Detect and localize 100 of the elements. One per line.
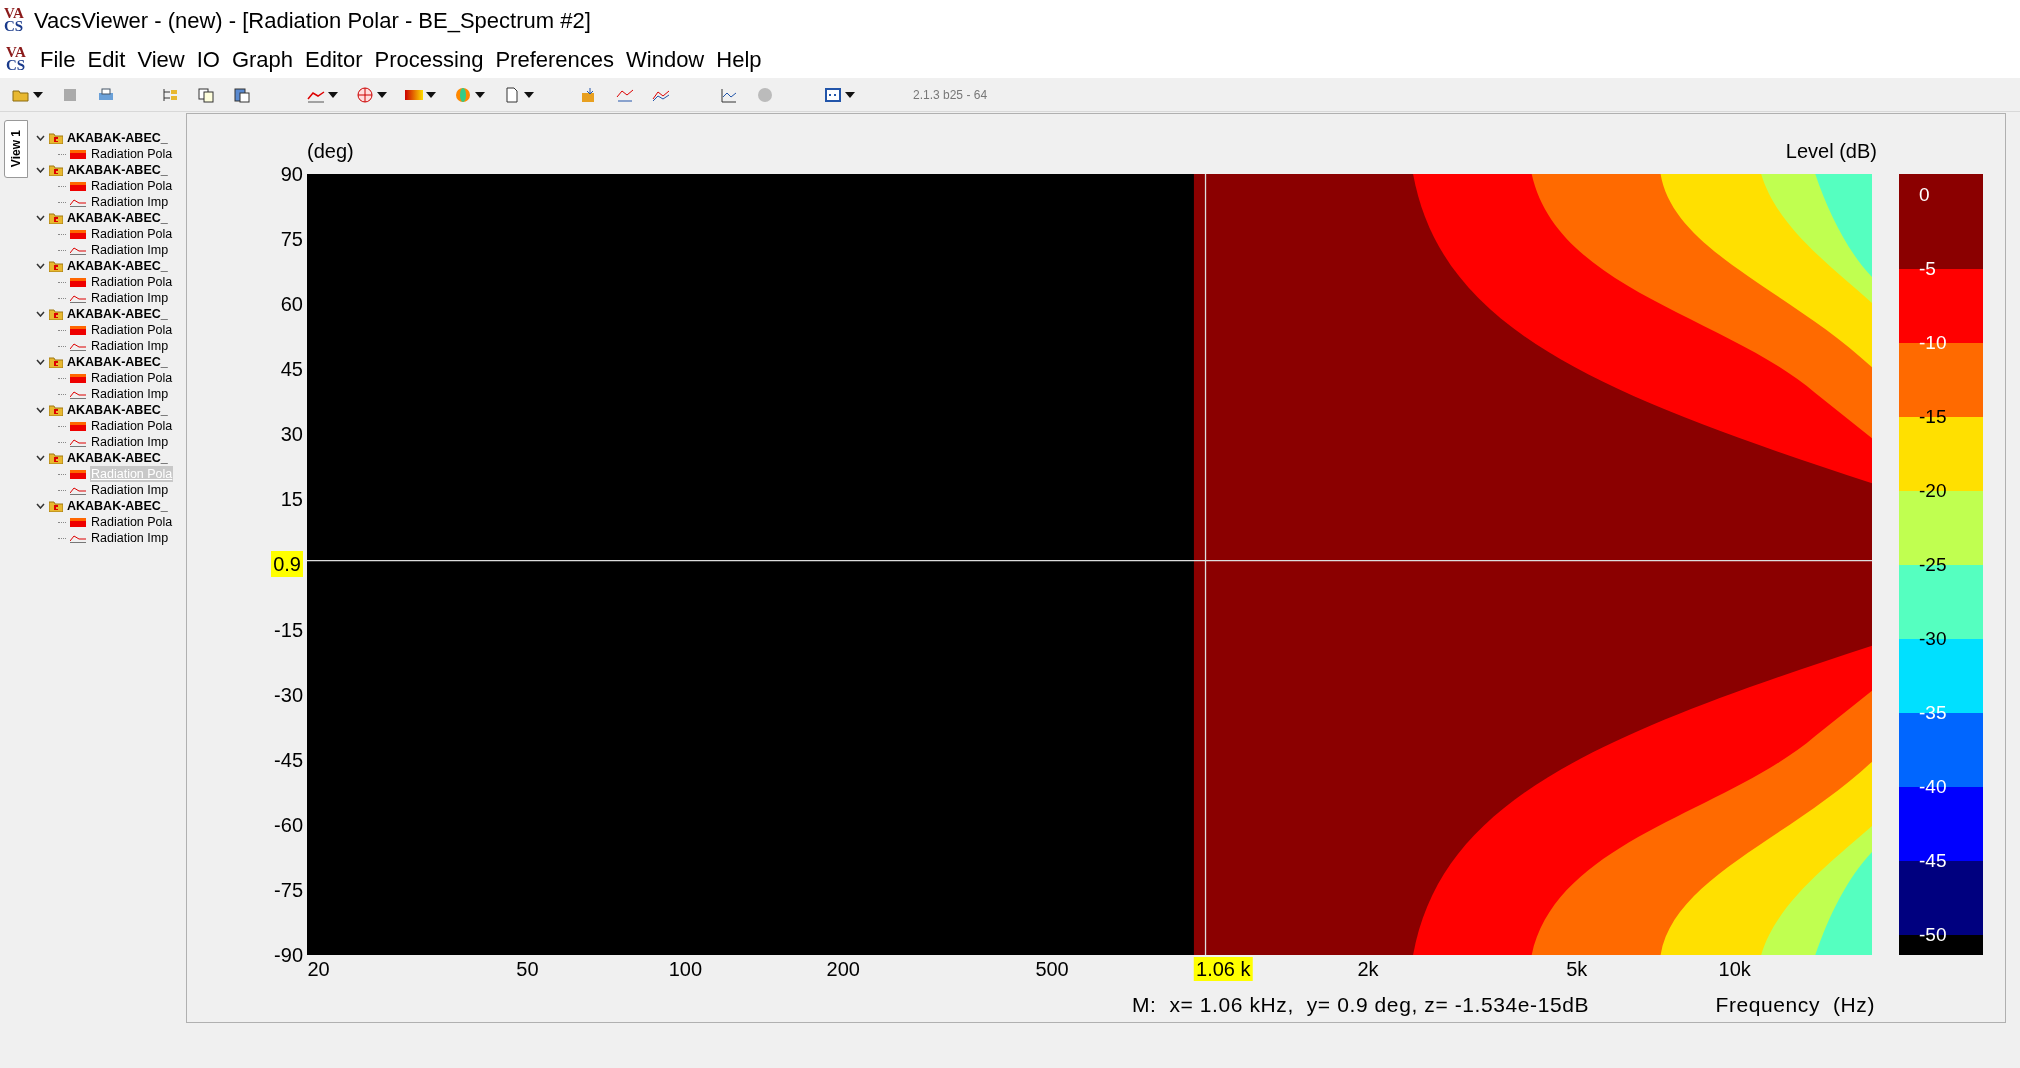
tree-item[interactable]: Radiation Imp bbox=[90, 386, 170, 402]
tree-item[interactable]: Radiation Imp bbox=[90, 338, 170, 354]
y-tick-label: -60 bbox=[274, 812, 303, 838]
y-tick-label: 75 bbox=[280, 227, 303, 253]
tree-group-label[interactable]: AKABAK-ABEC_ bbox=[67, 450, 168, 466]
chevron-icon[interactable] bbox=[36, 455, 45, 461]
menu-item[interactable]: View bbox=[133, 42, 189, 76]
menu-item[interactable]: IO bbox=[192, 42, 224, 76]
folder-icon bbox=[49, 260, 63, 272]
window-title: VacsViewer - (new) - [Radiation Polar - BE_Spectrum #2] bbox=[34, 6, 591, 35]
menu-item[interactable]: Preferences bbox=[491, 42, 618, 76]
tree-item[interactable]: Radiation Pola bbox=[90, 178, 174, 194]
caret-icon[interactable] bbox=[328, 91, 338, 98]
line-graph-icon bbox=[70, 437, 86, 447]
contour-thumbnail-icon bbox=[70, 149, 86, 159]
colorbar-tick-label: -15 bbox=[1919, 405, 1947, 428]
colorbar-tick-label: -35 bbox=[1919, 702, 1947, 725]
tree-group-label[interactable]: AKABAK-ABEC_ bbox=[67, 130, 168, 146]
folder-icon bbox=[49, 308, 63, 320]
tree-group-label[interactable]: AKABAK-ABEC_ bbox=[67, 354, 168, 370]
chevron-icon[interactable] bbox=[36, 263, 45, 269]
line-graph-icon bbox=[70, 389, 86, 399]
contour-thumbnail-icon bbox=[70, 517, 86, 527]
tree-item[interactable]: Radiation Pola bbox=[90, 226, 174, 242]
caret-icon[interactable] bbox=[377, 91, 387, 98]
tree-group-label[interactable]: AKABAK-ABEC_ bbox=[67, 210, 168, 226]
folder-icon bbox=[49, 500, 63, 512]
tree-group-label[interactable]: AKABAK-ABEC_ bbox=[67, 306, 168, 322]
caret-icon[interactable] bbox=[33, 91, 43, 98]
chevron-icon[interactable] bbox=[36, 503, 45, 509]
tree-item[interactable]: Radiation Pola bbox=[90, 418, 174, 434]
y-tick-label: -75 bbox=[274, 877, 303, 903]
paste-icon[interactable] bbox=[233, 86, 251, 103]
colorbar-tick-label: -40 bbox=[1919, 776, 1947, 799]
y-tick-label: -15 bbox=[274, 617, 303, 643]
colorbar-tick-label: -5 bbox=[1919, 257, 1936, 280]
app-logo: VA CS bbox=[6, 46, 27, 72]
chevron-icon[interactable] bbox=[36, 167, 45, 173]
tree-item[interactable]: Radiation Imp bbox=[90, 290, 170, 306]
menu-item[interactable]: File bbox=[36, 42, 80, 76]
x-tick-label: 50 bbox=[516, 957, 539, 981]
calendar-icon[interactable] bbox=[824, 86, 842, 103]
view-tab[interactable]: View 1 bbox=[4, 120, 28, 178]
x-tick-label: 20 bbox=[307, 957, 330, 981]
cursor-value-tag: 1.06 k bbox=[1194, 957, 1253, 981]
tree-item[interactable]: Radiation Pola bbox=[90, 514, 174, 530]
chevron-icon[interactable] bbox=[36, 135, 45, 141]
tree-item[interactable]: Radiation Imp bbox=[90, 482, 170, 498]
print-icon[interactable] bbox=[97, 86, 115, 103]
tree-item[interactable]: Radiation Imp bbox=[90, 194, 170, 210]
tree-item[interactable]: Radiation Pola bbox=[90, 274, 174, 290]
caret-icon[interactable] bbox=[426, 91, 436, 98]
colorbar-tick-label: -45 bbox=[1919, 850, 1947, 873]
y-axis-label: (deg) bbox=[307, 139, 354, 164]
folder-icon bbox=[49, 404, 63, 416]
tree-group-label[interactable]: AKABAK-ABEC_ bbox=[67, 498, 168, 514]
menu-item[interactable]: Edit bbox=[83, 42, 130, 76]
chevron-icon[interactable] bbox=[36, 407, 45, 413]
contour-thumbnail-icon bbox=[70, 181, 86, 191]
folder-icon bbox=[49, 212, 63, 224]
contour-thumbnail-icon bbox=[70, 229, 86, 239]
menu-item[interactable]: Window bbox=[622, 42, 709, 76]
menu-item[interactable]: Graph bbox=[227, 42, 298, 76]
folder-icon bbox=[49, 452, 63, 464]
tree-group-label[interactable]: AKABAK-ABEC_ bbox=[67, 258, 168, 274]
line-graph-icon bbox=[70, 533, 86, 543]
caret-icon[interactable] bbox=[524, 91, 534, 98]
chevron-icon[interactable] bbox=[36, 215, 45, 221]
chevron-icon[interactable] bbox=[36, 311, 45, 317]
version-label: 2.1.3 b25 - 64 bbox=[913, 86, 988, 104]
polar-plot-icon[interactable] bbox=[356, 86, 374, 103]
tree-item[interactable]: Radiation Pola bbox=[90, 146, 174, 162]
caret-icon[interactable] bbox=[475, 91, 485, 98]
colorbar-tick-label: -20 bbox=[1919, 479, 1947, 502]
colorbar-tick-label: -25 bbox=[1919, 554, 1947, 577]
chevron-icon[interactable] bbox=[36, 359, 45, 365]
line-graph-icon bbox=[70, 197, 86, 207]
menu-item[interactable]: Editor bbox=[301, 42, 367, 76]
tree-item[interactable]: Radiation Imp bbox=[90, 530, 170, 546]
colorbar-tick-label: -30 bbox=[1919, 628, 1947, 651]
y-tick-label: 90 bbox=[280, 162, 303, 187]
contour-thumbnail-icon bbox=[70, 421, 86, 431]
caret-icon[interactable] bbox=[845, 91, 855, 98]
cursor-readout: M: x= 1.06 kHz, y= 0.9 deg, z= -1.534e-15dB bbox=[1132, 992, 1590, 1018]
folder-icon bbox=[49, 132, 63, 144]
tree-group-label[interactable]: AKABAK-ABEC_ bbox=[67, 162, 168, 178]
tree-item[interactable]: Radiation Pola bbox=[90, 322, 174, 338]
colorbar-label: Level (dB) bbox=[1785, 139, 1877, 164]
y-tick-label: -45 bbox=[274, 747, 303, 773]
y-tick-label: 60 bbox=[280, 292, 303, 318]
tree-icon[interactable] bbox=[161, 86, 179, 103]
tree-item[interactable]: Radiation Pola bbox=[90, 370, 174, 386]
menu-item[interactable]: Help bbox=[712, 42, 766, 76]
tree-group-label[interactable]: AKABAK-ABEC_ bbox=[67, 402, 168, 418]
tree-item[interactable]: Radiation Imp bbox=[90, 242, 170, 258]
menu-item[interactable]: Processing bbox=[370, 42, 488, 76]
copy-icon[interactable] bbox=[197, 86, 215, 103]
tree-item[interactable]: Radiation Imp bbox=[90, 434, 170, 450]
x-tick-label: 5k bbox=[1566, 957, 1588, 981]
y-tick-label: -90 bbox=[274, 942, 303, 968]
